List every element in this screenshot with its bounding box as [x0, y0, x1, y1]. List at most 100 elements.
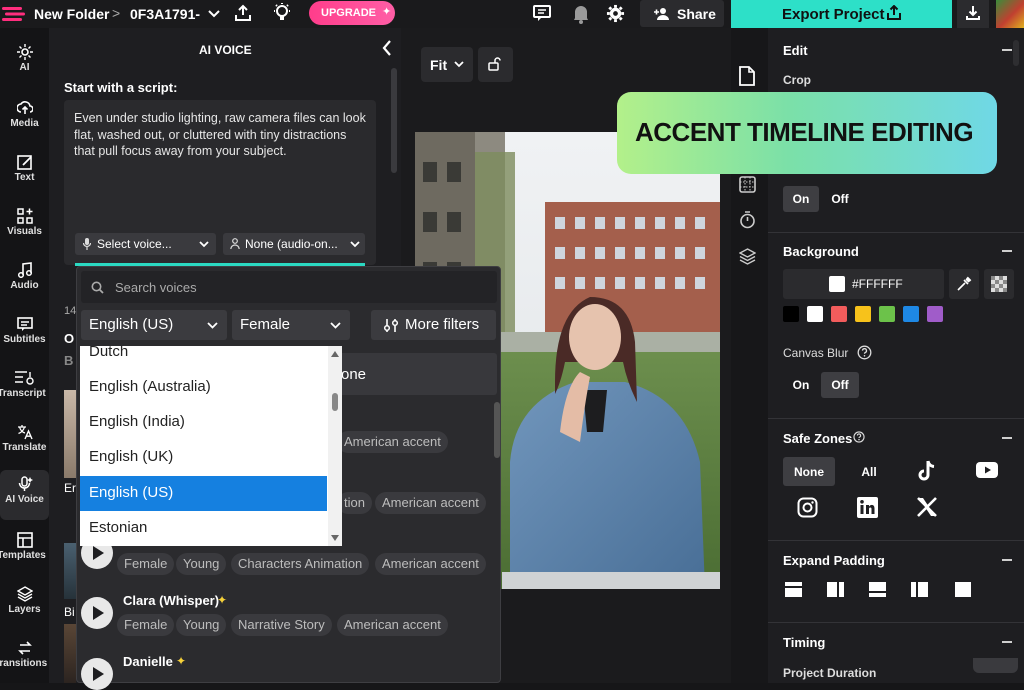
duration-input[interactable]	[973, 658, 1018, 673]
transparent-background-button[interactable]	[984, 269, 1014, 299]
canvas-blur-off-toggle[interactable]: Off	[821, 372, 859, 398]
youtube-icon[interactable]	[976, 462, 998, 478]
comment-icon[interactable]	[533, 4, 551, 22]
help-icon[interactable]	[853, 431, 865, 443]
rail-item-ai[interactable]: AI	[0, 40, 49, 90]
swatch-blue[interactable]	[903, 306, 919, 322]
flip-on-label: On	[792, 192, 810, 206]
background-color-input[interactable]: #FFFFFF	[783, 269, 944, 299]
rail-item-audio[interactable]: Audio	[0, 258, 49, 308]
collapse-icon[interactable]	[1002, 559, 1012, 561]
padding-right-icon[interactable]	[827, 582, 844, 597]
rail-item-ai-voice[interactable]: AI Voice	[0, 470, 49, 520]
language-option[interactable]: English (UK)	[80, 440, 327, 475]
padding-top-bottom-icon[interactable]	[785, 582, 802, 597]
gender-filter-label: Female	[240, 316, 291, 333]
flip-off-toggle[interactable]: Off	[822, 186, 858, 212]
lock-aspect-button[interactable]	[478, 47, 513, 82]
padding-none-icon[interactable]	[955, 582, 971, 597]
rail-item-translate[interactable]: Translate	[0, 420, 49, 470]
filter-sliders-icon	[383, 318, 399, 333]
avatar[interactable]	[996, 0, 1024, 28]
rail-item-subtitles[interactable]: Subtitles	[0, 312, 49, 362]
rail-item-templates[interactable]: Templates	[0, 528, 49, 578]
audio-only-dropdown[interactable]: None (audio-on...	[223, 233, 365, 255]
no-voice-option[interactable]: one	[331, 353, 497, 395]
chevron-down-icon[interactable]	[208, 10, 220, 18]
grid-icon[interactable]	[739, 176, 756, 193]
project-name[interactable]: 0F3A1791-	[130, 6, 200, 22]
language-option[interactable]: Estonian	[80, 511, 327, 546]
voice-search-input[interactable]: Search voices	[81, 271, 497, 303]
safe-zone-none-label: None	[794, 465, 824, 479]
safe-zone-none[interactable]: None	[783, 457, 835, 486]
gear-icon[interactable]	[606, 4, 625, 23]
swatch-red[interactable]	[831, 306, 847, 322]
safe-zone-all[interactable]: All	[843, 457, 895, 486]
upgrade-button[interactable]: UPGRADE ✦	[309, 1, 395, 25]
play-voice-button[interactable]	[81, 597, 113, 629]
notification-bell-icon[interactable]	[572, 4, 590, 24]
play-voice-button[interactable]	[81, 658, 113, 690]
background-section-title: Background	[783, 244, 859, 259]
rail-item-layers[interactable]: Layers	[0, 582, 49, 632]
collapse-icon[interactable]	[1002, 641, 1012, 643]
lightbulb-icon[interactable]	[272, 2, 292, 22]
share-button[interactable]: Share	[640, 0, 724, 27]
sparkle-icon: ✦	[382, 6, 392, 18]
more-filters-button[interactable]: More filters	[371, 310, 496, 340]
download-button[interactable]	[957, 0, 989, 28]
swatch-purple[interactable]	[927, 306, 943, 322]
folder-breadcrumb[interactable]: New Folder	[34, 6, 109, 22]
rail-item-media[interactable]: Media	[0, 96, 49, 146]
gender-filter-dropdown[interactable]: Female	[232, 310, 350, 340]
search-placeholder: Search voices	[115, 280, 197, 295]
language-filter-dropdown[interactable]: English (US)	[81, 310, 227, 340]
swatch-white[interactable]	[807, 306, 823, 322]
template-thumbnail[interactable]	[64, 390, 76, 478]
language-option-selected[interactable]: English (US)	[80, 476, 327, 511]
language-option[interactable]: English (India)	[80, 405, 327, 440]
tiktok-icon[interactable]	[917, 460, 937, 482]
language-option[interactable]: English (Australia)	[80, 370, 327, 405]
instagram-icon[interactable]	[797, 497, 818, 518]
linkedin-icon[interactable]	[857, 497, 878, 518]
eyedropper-icon	[956, 276, 972, 292]
collapse-icon[interactable]	[1002, 49, 1012, 51]
eyedropper-button[interactable]	[949, 269, 979, 299]
flip-on-toggle[interactable]: On	[783, 186, 819, 212]
export-project-button[interactable]: Export Project	[731, 0, 952, 28]
swatch-black[interactable]	[783, 306, 799, 322]
collapse-panel-icon[interactable]	[382, 40, 392, 56]
properties-scrollbar[interactable]	[1013, 40, 1019, 66]
rail-item-transitions[interactable]: Transitions	[0, 636, 49, 686]
template-thumbnail[interactable]	[64, 543, 76, 599]
collapse-icon[interactable]	[1002, 250, 1012, 252]
collapse-icon[interactable]	[1002, 437, 1012, 439]
language-option[interactable]: Dutch	[80, 346, 327, 370]
padding-bottom-icon[interactable]	[869, 582, 886, 597]
template-thumbnail[interactable]	[64, 624, 76, 683]
canvas-blur-on-toggle[interactable]: On	[783, 372, 819, 398]
rail-item-text[interactable]: Text	[0, 150, 49, 200]
help-icon[interactable]	[857, 345, 872, 360]
select-voice-dropdown[interactable]: Select voice...	[75, 233, 216, 255]
color-swatches	[783, 306, 953, 324]
layers-icon[interactable]	[739, 248, 756, 265]
panel-scrollbar[interactable]	[391, 68, 397, 173]
rail-item-visuals[interactable]: Visuals	[0, 204, 49, 254]
x-twitter-icon[interactable]	[917, 497, 937, 517]
document-icon[interactable]	[739, 66, 755, 86]
headline-badge: ACCENT TIMELINE EDITING	[617, 92, 997, 174]
rail-item-transcript[interactable]: Transcript	[0, 366, 49, 416]
fit-zoom-dropdown[interactable]: Fit	[421, 47, 473, 82]
padding-left-icon[interactable]	[911, 582, 928, 597]
voice-list-scrollbar[interactable]	[494, 402, 500, 458]
voice-tag: Female	[117, 553, 175, 575]
language-list-scrollbar[interactable]	[328, 346, 342, 546]
timer-icon[interactable]	[739, 211, 756, 229]
app-logo-icon[interactable]	[2, 6, 26, 22]
swatch-green[interactable]	[879, 306, 895, 322]
swatch-yellow[interactable]	[855, 306, 871, 322]
upload-share-icon[interactable]	[234, 4, 252, 22]
